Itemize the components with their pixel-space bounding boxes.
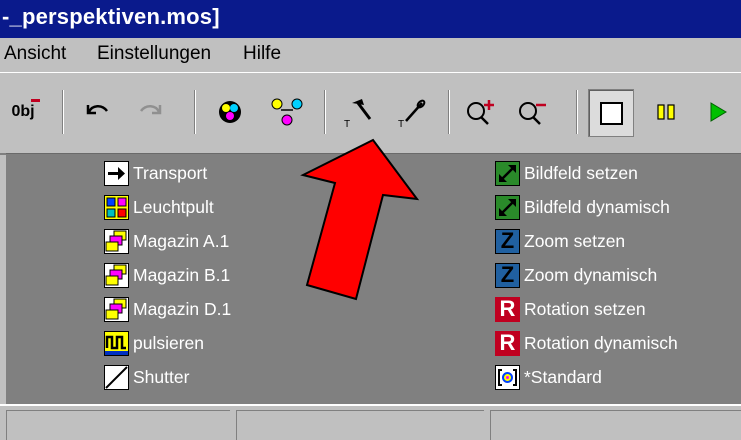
undo-icon [86,105,109,115]
toolbar-separator [62,90,63,134]
title-bar: -_perspektiven.mos] [0,0,741,38]
zoom-out-icon [519,102,546,125]
magazine-icon [104,296,129,322]
list-item-label: Zoom dynamisch [524,264,658,285]
list-item-magazin-b1[interactable]: Magazin B.1 [104,261,230,289]
menu-item-ansicht[interactable]: Ansicht [4,43,66,65]
list-item-zoom-dynamisch[interactable]: Z Zoom dynamisch [495,261,657,289]
zoom-in-button[interactable] [460,89,502,135]
redo-button[interactable] [132,89,172,135]
resize-icon [495,160,520,186]
list-item-label: pulsieren [133,332,205,353]
list-item-zoom-setzen[interactable]: Z Zoom setzen [495,227,625,255]
shutter-icon [104,364,129,390]
pause-icon [657,104,675,120]
toolbar-separator [194,90,195,134]
list-item-transport[interactable]: Transport [104,159,207,187]
resize-icon [495,194,520,220]
toolbar: 0bj T T [0,73,741,155]
rotation-r-icon: R [495,330,520,356]
list-item-bildfeld-setzen[interactable]: Bildfeld setzen [495,159,638,187]
menu-bar: Ansicht Einstellungen Hilfe [0,38,741,73]
list-item-label: *Standard [524,366,602,387]
arrow-right-icon [104,160,129,186]
list-item-label: Zoom setzen [524,230,626,251]
color-wheel-button[interactable] [210,89,250,135]
list-item-rotation-setzen[interactable]: R Rotation setzen [495,295,646,323]
redo-icon [139,105,162,115]
list-item-label: Magazin A.1 [133,230,230,251]
play-icon [710,102,727,122]
menu-item-hilfe[interactable]: Hilfe [243,43,281,65]
status-cell [236,410,484,440]
object-label: 0bj [11,103,35,120]
pen-icon: T [398,99,426,129]
pause-button[interactable] [648,89,684,135]
rotation-letter: R [499,296,516,321]
object-mark-icon [31,99,40,102]
zoom-letter: Z [500,262,515,287]
zoom-out-button[interactable] [512,89,554,135]
preset-panel: Transport Leuchtpult Magazin A.1 Magazin… [6,153,741,404]
magazine-icon [104,262,129,288]
toolbar-separator [324,90,325,134]
color-scatter-icon [271,98,303,126]
toolbar-separator [448,90,449,134]
list-item-leuchtpult[interactable]: Leuchtpult [104,193,214,221]
hammer-icon: T [344,99,372,129]
zoom-z-icon: Z [495,262,520,288]
list-item-label: Rotation setzen [524,298,646,319]
color-scatter-button[interactable] [265,89,309,135]
list-item-label: Bildfeld dynamisch [524,196,670,217]
list-item-label: Bildfeld setzen [524,162,638,183]
window-title: -_perspektiven.mos] [2,4,220,29]
hammer-tool-button[interactable]: T [338,89,380,135]
color-wheel-icon [219,101,241,123]
list-item-shutter[interactable]: Shutter [104,363,189,391]
stop-icon [599,101,623,125]
status-cell [490,410,741,440]
list-item-label: Magazin D.1 [133,298,232,319]
list-item-label: Rotation dynamisch [524,332,678,353]
rotation-letter: R [499,330,516,355]
rotation-r-icon: R [495,296,520,322]
menu-item-einstellungen[interactable]: Einstellungen [97,43,211,65]
toolbar-separator [576,90,577,134]
list-item-magazin-d1[interactable]: Magazin D.1 [104,295,231,323]
list-item-rotation-dynamisch[interactable]: R Rotation dynamisch [495,329,678,357]
zoom-z-icon: Z [495,228,520,254]
list-item-bildfeld-dynamisch[interactable]: Bildfeld dynamisch [495,193,670,221]
zoom-letter: Z [500,228,515,253]
stop-button[interactable] [588,89,634,137]
list-item-label: Magazin B.1 [133,264,231,285]
status-cell [6,410,230,440]
light-table-icon [104,194,129,220]
status-bar [0,404,741,440]
svg-text:T: T [398,119,404,129]
object-button[interactable]: 0bj [4,89,42,135]
magazine-icon [104,228,129,254]
list-item-magazin-a1[interactable]: Magazin A.1 [104,227,229,255]
pulse-icon [104,330,129,356]
undo-button[interactable] [76,89,116,135]
svg-text:T: T [344,119,350,129]
list-item-pulsieren[interactable]: pulsieren [104,329,204,357]
list-item-label: Transport [133,162,208,183]
play-button[interactable] [700,89,736,135]
list-item-standard[interactable]: *Standard [495,363,602,391]
list-item-label: Leuchtpult [133,196,214,217]
standard-icon [495,364,520,390]
pen-tool-button[interactable]: T [392,89,434,135]
zoom-in-icon [467,100,494,125]
list-item-label: Shutter [133,366,190,387]
